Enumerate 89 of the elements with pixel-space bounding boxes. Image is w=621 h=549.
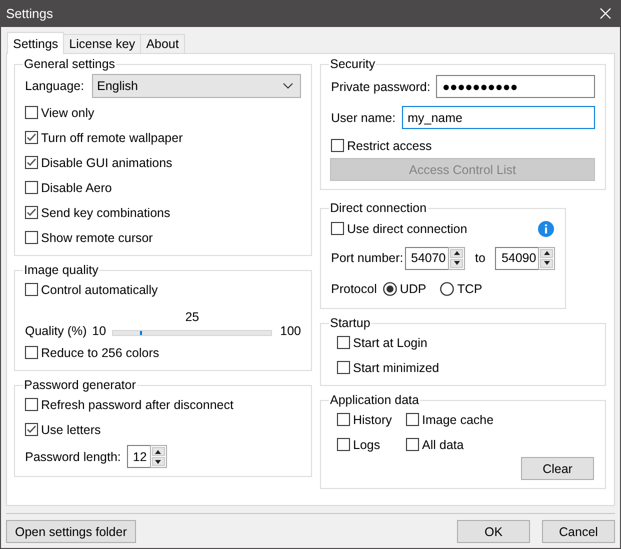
checkbox-label[interactable]: Disable Aero: [41, 180, 112, 194]
spin-up-button[interactable]: [450, 248, 463, 258]
checkbox[interactable]: [25, 398, 38, 411]
checkbox-label[interactable]: Disable GUI animations: [41, 156, 172, 170]
triangle-down-icon: [155, 460, 162, 464]
checkbox[interactable]: [337, 361, 350, 374]
slider-min-label: 10: [92, 326, 108, 340]
spin-down-button[interactable]: [152, 457, 165, 466]
triangle-down-icon: [544, 261, 550, 265]
checkbox[interactable]: [25, 131, 38, 144]
checkbox-label[interactable]: Start at Login: [353, 336, 428, 350]
number-field[interactable]: 54090: [495, 246, 538, 270]
radio-label[interactable]: UDP: [400, 282, 426, 296]
quality-label: Quality (%): [25, 324, 88, 340]
open-settings-folder-button[interactable]: Open settings folder: [6, 520, 136, 543]
group-title: Startup: [329, 316, 372, 330]
triangle-up-icon: [454, 251, 460, 255]
checkbox[interactable]: [25, 206, 38, 219]
slider-value: 25: [184, 310, 200, 326]
tab[interactable]: Settings: [7, 32, 64, 54]
checkbox-label[interactable]: Use letters: [41, 422, 101, 436]
checkbox[interactable]: [25, 283, 38, 296]
spin-down-button[interactable]: [450, 258, 463, 268]
language-label: Language:: [25, 78, 86, 92]
chevron-down-icon: [283, 82, 293, 88]
username-label: User name:: [331, 110, 396, 124]
group-title: Direct connection: [329, 201, 428, 215]
checkbox-label[interactable]: Start minimized: [353, 360, 440, 374]
radio-button[interactable]: [440, 282, 454, 296]
checkbox[interactable]: [25, 346, 38, 359]
checkbox[interactable]: [331, 222, 344, 235]
password-length-label: Password length:: [25, 450, 121, 464]
spin-up-button[interactable]: [540, 248, 554, 258]
group-title: Application data: [329, 393, 420, 407]
info-icon[interactable]: [538, 220, 554, 236]
checkbox-label[interactable]: Control automatically: [41, 282, 158, 296]
checkbox[interactable]: [331, 139, 344, 152]
checkbox[interactable]: [406, 413, 419, 426]
protocol-label: Protocol: [331, 282, 377, 296]
number-field[interactable]: 12: [126, 445, 150, 468]
checkbox[interactable]: [25, 231, 38, 244]
checkbox-label[interactable]: Show remote cursor: [41, 230, 153, 244]
radio-label[interactable]: TCP: [457, 282, 482, 296]
checkbox-label[interactable]: Reduce to 256 colors: [41, 346, 160, 360]
triangle-up-icon: [155, 450, 162, 454]
group-title: Image quality: [23, 263, 100, 277]
language-dropdown[interactable]: English: [92, 74, 301, 98]
checkbox[interactable]: [337, 413, 350, 426]
slider-max-label: 100: [279, 326, 301, 340]
dropdown-value: English: [97, 78, 138, 92]
username-field[interactable]: my_name: [402, 106, 595, 129]
checkbox-label[interactable]: Refresh password after disconnect: [41, 398, 234, 412]
slider-thumb[interactable]: [140, 331, 142, 335]
checkbox[interactable]: [25, 156, 38, 169]
password-label: Private password:: [331, 80, 430, 94]
clear-button[interactable]: Clear: [521, 457, 594, 480]
checkbox[interactable]: [406, 438, 419, 451]
checkbox-label[interactable]: View only: [41, 106, 94, 120]
slider-track[interactable]: [112, 330, 272, 336]
triangle-down-icon: [454, 261, 460, 265]
group-title: Password generator: [23, 378, 137, 392]
spin-up-button[interactable]: [152, 447, 165, 456]
tab[interactable]: License key: [63, 34, 142, 53]
checkbox-label[interactable]: All data: [422, 438, 464, 452]
checkbox-label[interactable]: Restrict access: [347, 138, 432, 152]
close-icon[interactable]: [600, 8, 611, 19]
checkbox[interactable]: [337, 336, 350, 349]
checkbox[interactable]: [25, 423, 38, 436]
checkbox-label[interactable]: Use direct connection: [347, 222, 468, 236]
checkbox-label[interactable]: Turn off remote wallpaper: [41, 130, 183, 144]
group-title: General settings: [23, 57, 116, 71]
checkbox-label[interactable]: Send key combinations: [41, 206, 170, 220]
password-field[interactable]: ●●●●●●●●●●: [436, 75, 595, 98]
window-title: Settings: [6, 6, 53, 21]
tab[interactable]: About: [140, 34, 185, 53]
triangle-up-icon: [544, 251, 550, 255]
checkbox-label[interactable]: Image cache: [422, 412, 494, 426]
checkbox[interactable]: [25, 106, 38, 119]
checkbox-label[interactable]: History: [353, 412, 392, 426]
checkbox[interactable]: [25, 181, 38, 194]
number-field[interactable]: 54070: [405, 246, 448, 270]
cancel-button[interactable]: Cancel: [542, 520, 615, 543]
ok-button[interactable]: OK: [457, 520, 530, 543]
checkbox-label[interactable]: Logs: [353, 438, 380, 452]
group-title: Security: [329, 57, 376, 71]
spin-down-button[interactable]: [540, 258, 554, 268]
checkbox[interactable]: [337, 438, 350, 451]
radio-button[interactable]: [382, 282, 397, 296]
to-label: to: [475, 251, 486, 265]
